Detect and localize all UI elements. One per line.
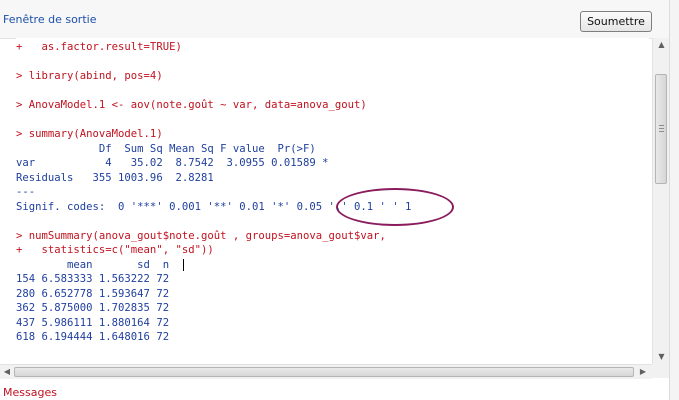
scroll-right-icon[interactable]: ▶ bbox=[636, 365, 650, 379]
messages-label: Messages bbox=[3, 386, 57, 399]
submit-button[interactable]: Soumettre bbox=[580, 11, 652, 32]
console-command-line: + as.factor.result=TRUE) bbox=[16, 41, 182, 53]
console-output-line: 280 6.652778 1.593647 72 bbox=[16, 287, 170, 300]
console-output-line: 362 5.875000 1.702835 72 bbox=[16, 302, 170, 314]
output-text-area[interactable]: + as.factor.result=TRUE) > library(abind,… bbox=[16, 38, 649, 364]
console-output-line: --- bbox=[16, 186, 36, 198]
console-output-line: var 4 35.02 8.7542 3.0955 0.01589 * bbox=[16, 157, 329, 169]
window-frame-edge bbox=[669, 0, 679, 400]
output-window-title: Fenêtre de sortie bbox=[3, 13, 97, 26]
console-output-line: mean sd n bbox=[16, 258, 170, 271]
scroll-up-icon[interactable]: ▲ bbox=[653, 38, 670, 52]
vertical-scrollbar[interactable]: ▲ ▼ bbox=[652, 38, 670, 364]
scroll-down-icon[interactable]: ▼ bbox=[653, 350, 670, 364]
console-command-line: + statistics=c("mean", "sd")) bbox=[16, 244, 214, 256]
grip-line bbox=[659, 128, 664, 129]
console-output-line: 618 6.194444 1.648016 72 bbox=[16, 331, 170, 343]
horizontal-scroll-thumb[interactable] bbox=[14, 367, 634, 377]
text-caret bbox=[183, 258, 184, 271]
console-output-line: Df Sum Sq Mean Sq F value Pr(>F) bbox=[16, 142, 316, 155]
console-command-line: > library(abind, pos=4) bbox=[16, 70, 163, 82]
output-window-header: Fenêtre de sortie Soumettre bbox=[0, 0, 679, 39]
console-output-line: 437 5.986111 1.880164 72 bbox=[16, 316, 170, 329]
scrollbar-corner bbox=[652, 364, 669, 378]
console-output-line: Residuals 355 1003.96 2.8281 bbox=[16, 171, 214, 184]
console-output-line: 154 6.583333 1.563222 72 bbox=[16, 273, 170, 285]
vertical-scroll-thumb[interactable] bbox=[655, 74, 667, 184]
grip-line bbox=[659, 125, 664, 126]
console-command-line: > numSummary(anova_gout$note.goût , grou… bbox=[16, 229, 386, 242]
grip-line bbox=[659, 131, 664, 132]
horizontal-scrollbar[interactable]: ◀ ▶ bbox=[0, 364, 652, 379]
console-output-line: Signif. codes: 0 '***' 0.001 '**' 0.01 '… bbox=[16, 200, 412, 213]
console-command-line: > summary(AnovaModel.1) bbox=[16, 128, 163, 140]
scroll-left-icon[interactable]: ◀ bbox=[0, 365, 14, 379]
console-command-line: > AnovaModel.1 <- aov(note.goût ~ var, d… bbox=[16, 99, 367, 111]
